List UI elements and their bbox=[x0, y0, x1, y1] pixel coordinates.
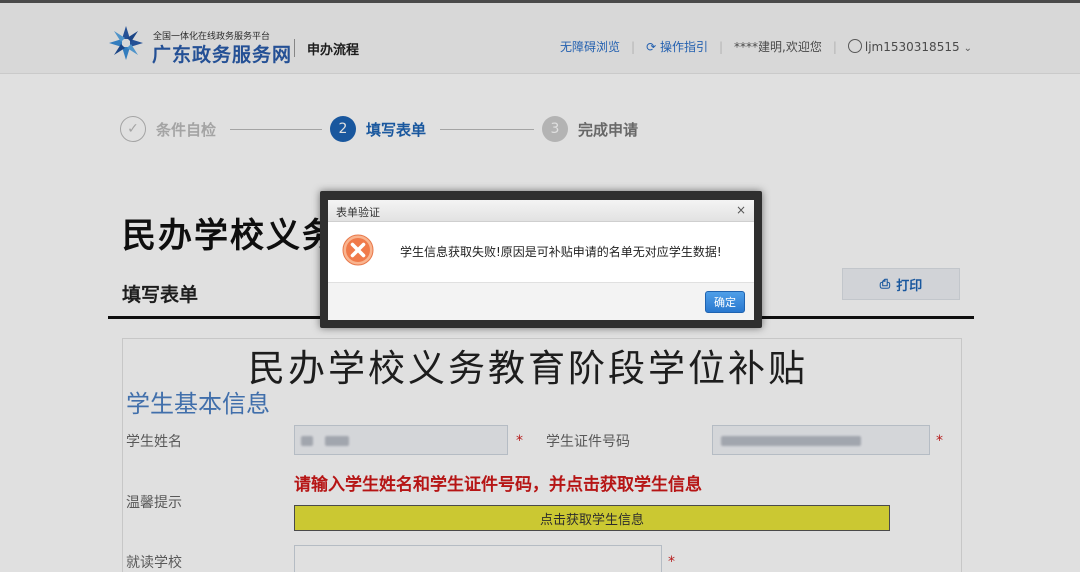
dialog-title: 表单验证 bbox=[336, 206, 380, 219]
dialog-footer: 确定 bbox=[328, 282, 754, 320]
error-icon bbox=[342, 234, 374, 266]
dialog-message: 学生信息获取失败!原因是可补贴申请的名单无对应学生数据! bbox=[400, 245, 722, 259]
validation-dialog: 表单验证 × 学生信息获取失败!原因是可补贴申请的名单无对应学生数据! 确定 bbox=[328, 200, 754, 320]
dialog-header: 表单验证 × bbox=[328, 200, 754, 222]
close-icon[interactable]: × bbox=[736, 203, 746, 217]
ok-button[interactable]: 确定 bbox=[705, 291, 745, 313]
